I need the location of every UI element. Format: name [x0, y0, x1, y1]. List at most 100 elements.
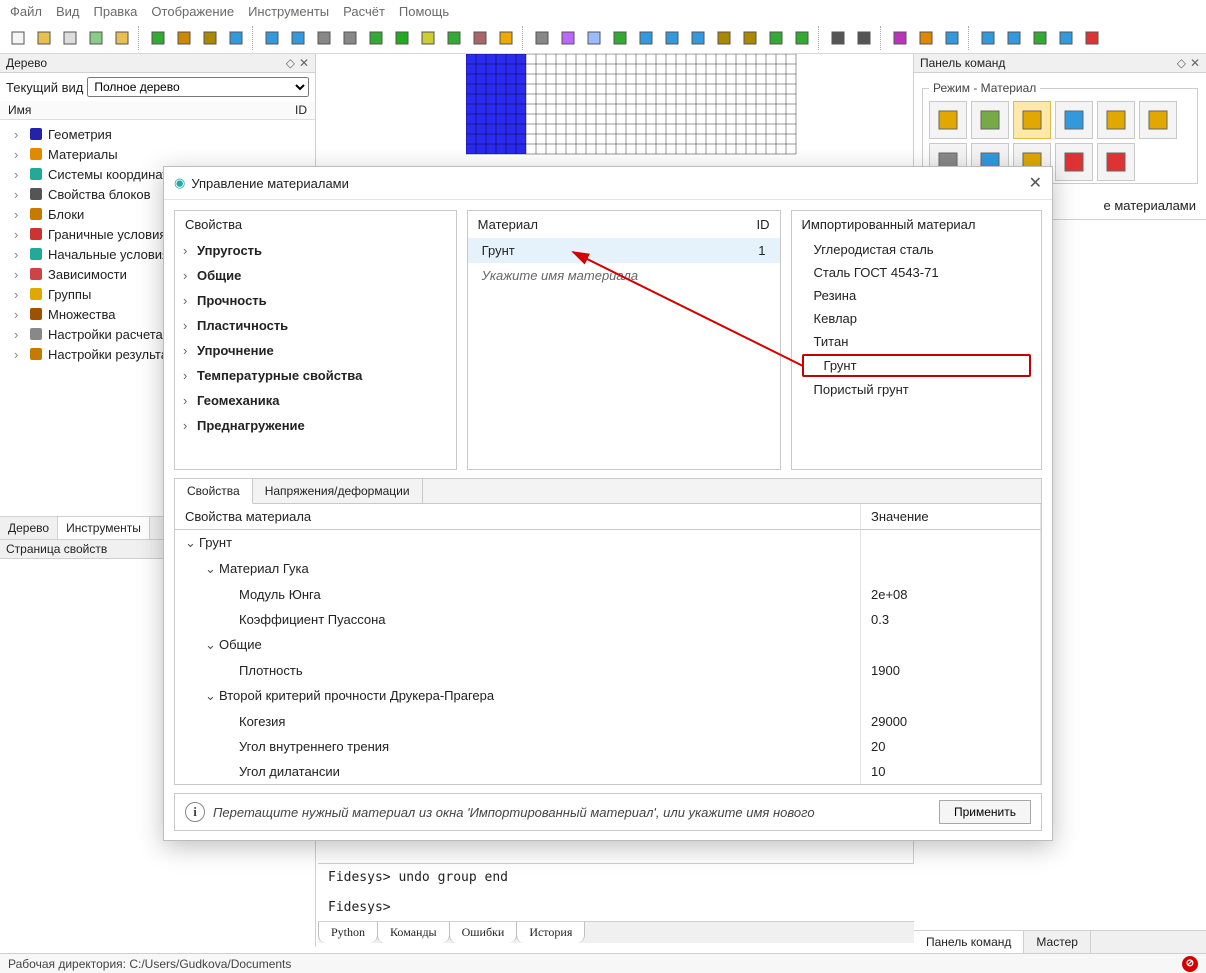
mode-button-10[interactable] — [1097, 143, 1135, 181]
tab-tools[interactable]: Инструменты — [58, 517, 150, 539]
gear-icon[interactable] — [826, 26, 850, 50]
imported-material[interactable]: Углеродистая сталь — [792, 238, 1041, 261]
mesh-cube-icon[interactable] — [468, 26, 492, 50]
console-tab-Python[interactable]: Python — [318, 922, 378, 943]
advance-icon[interactable] — [1054, 26, 1078, 50]
tab-master[interactable]: Мастер — [1024, 931, 1091, 953]
imported-material[interactable]: Грунт — [802, 354, 1031, 377]
undo-icon[interactable] — [260, 26, 284, 50]
play-icon[interactable] — [1028, 26, 1052, 50]
material-list[interactable]: Грунт 1 Укажите имя материала — [468, 238, 780, 469]
prop-category[interactable]: Упрочнение — [175, 338, 456, 363]
imported-material[interactable]: Кевлар — [792, 307, 1041, 330]
layers-icon[interactable] — [738, 26, 762, 50]
grid-prop-name[interactable]: Коэффициент Пуассона — [175, 607, 861, 632]
console-tab-Команды[interactable]: Команды — [377, 922, 450, 943]
grid-prop-value[interactable]: 2e+08 — [861, 582, 1041, 607]
grid-prop-value[interactable] — [861, 683, 1041, 709]
axis-down-icon[interactable] — [940, 26, 964, 50]
imported-material[interactable]: Сталь ГОСТ 4543-71 — [792, 261, 1041, 284]
menu-Инструменты[interactable]: Инструменты — [248, 4, 329, 19]
console-tab-Ошибки[interactable]: Ошибки — [449, 922, 518, 943]
grid-prop-value[interactable]: 10 — [861, 759, 1041, 784]
grid-prop-value[interactable]: 1900 — [861, 658, 1041, 683]
tab-tree[interactable]: Дерево — [0, 517, 58, 539]
axis-dot-icon[interactable] — [914, 26, 938, 50]
export-icon[interactable] — [84, 26, 108, 50]
menu-Правка[interactable]: Правка — [94, 4, 138, 19]
close-icon[interactable]: ✕ — [1190, 56, 1200, 70]
prop-category[interactable]: Пластичность — [175, 313, 456, 338]
import-icon[interactable] — [110, 26, 134, 50]
view3-icon[interactable] — [582, 26, 606, 50]
error-indicator-icon[interactable]: ⊘ — [1182, 956, 1198, 972]
view1-icon[interactable] — [530, 26, 554, 50]
cube-wire-icon[interactable] — [312, 26, 336, 50]
dual-cube-icon[interactable] — [442, 26, 466, 50]
grid-prop-name[interactable]: Плотность — [175, 658, 861, 683]
prop-category[interactable]: Температурные свойства — [175, 363, 456, 388]
prop-category[interactable]: Упругость — [175, 238, 456, 263]
gears-icon[interactable] — [852, 26, 876, 50]
imported-list[interactable]: Углеродистая стальСталь ГОСТ 4543-71Рези… — [792, 238, 1041, 469]
grid-prop-value[interactable]: 20 — [861, 734, 1041, 759]
zoom-out-icon[interactable] — [660, 26, 684, 50]
link-icon[interactable] — [976, 26, 1000, 50]
cube-yel-icon[interactable] — [416, 26, 440, 50]
cube-shade-icon[interactable] — [338, 26, 362, 50]
go-icon[interactable] — [790, 26, 814, 50]
axis-plus-icon[interactable] — [888, 26, 912, 50]
cube-green-icon[interactable] — [364, 26, 388, 50]
globe-icon[interactable] — [686, 26, 710, 50]
grid-prop-value[interactable]: 0.3 — [861, 607, 1041, 632]
new-file-icon[interactable] — [6, 26, 30, 50]
grid-prop-name[interactable]: Второй критерий прочности Друкера-Прагер… — [175, 683, 861, 709]
run-icon[interactable] — [146, 26, 170, 50]
imported-material[interactable]: Пористый грунт — [792, 378, 1041, 401]
mode-button-9[interactable] — [1055, 143, 1093, 181]
tree-item[interactable]: ›Геометрия — [2, 124, 313, 144]
green-mesh-icon[interactable] — [764, 26, 788, 50]
imported-material[interactable]: Резина — [792, 284, 1041, 307]
close-icon[interactable]: ✕ — [299, 56, 309, 70]
tab-command-panel[interactable]: Панель команд — [914, 931, 1024, 953]
mode-button-5[interactable] — [1139, 101, 1177, 139]
console-tab-История[interactable]: История — [516, 922, 585, 943]
mode-button-3[interactable] — [1055, 101, 1093, 139]
tab-properties[interactable]: Свойства — [175, 479, 253, 504]
apply-button[interactable]: Применить — [939, 800, 1031, 824]
link2-icon[interactable] — [1002, 26, 1026, 50]
mode-button-2[interactable] — [1013, 101, 1051, 139]
menu-Вид[interactable]: Вид — [56, 4, 80, 19]
undock-icon[interactable]: ◇ — [286, 56, 295, 70]
mode-button-4[interactable] — [1097, 101, 1135, 139]
grid-prop-value[interactable] — [861, 556, 1041, 582]
step-icon[interactable] — [224, 26, 248, 50]
pause-icon[interactable] — [198, 26, 222, 50]
grid-prop-name[interactable]: Материал Гука — [175, 556, 861, 582]
cube-dgreen-icon[interactable] — [390, 26, 414, 50]
material-row[interactable]: Грунт 1 — [468, 238, 780, 263]
save-file-icon[interactable] — [58, 26, 82, 50]
grid-prop-name[interactable]: Грунт — [175, 530, 861, 556]
grid-prop-name[interactable]: Угол внутреннего трения — [175, 734, 861, 759]
current-view-select[interactable]: Полное дерево — [87, 77, 309, 97]
prop-category[interactable]: Общие — [175, 263, 456, 288]
menu-Расчёт[interactable]: Расчёт — [343, 4, 385, 19]
grid-prop-name[interactable]: Модуль Юнга — [175, 582, 861, 607]
tree-item[interactable]: ›Материалы — [2, 144, 313, 164]
prop-category[interactable]: Прочность — [175, 288, 456, 313]
tab-stress-strain[interactable]: Напряжения/деформации — [253, 479, 423, 503]
menu-Отображение[interactable]: Отображение — [151, 4, 234, 19]
grid-prop-name[interactable]: Угол дилатансии — [175, 759, 861, 784]
grid-prop-value[interactable] — [861, 632, 1041, 658]
mode-button-1[interactable] — [971, 101, 1009, 139]
open-file-icon[interactable] — [32, 26, 56, 50]
mode-button-0[interactable] — [929, 101, 967, 139]
console-output[interactable]: Fidesys> undo group end Fidesys> — [318, 864, 914, 921]
imported-material[interactable]: Титан — [792, 330, 1041, 353]
dialog-close-button[interactable]: ✕ — [1029, 173, 1042, 193]
prop-category[interactable]: Геомеханика — [175, 388, 456, 413]
zoom-in-icon[interactable] — [634, 26, 658, 50]
grid-prop-name[interactable]: Когезия — [175, 709, 861, 734]
